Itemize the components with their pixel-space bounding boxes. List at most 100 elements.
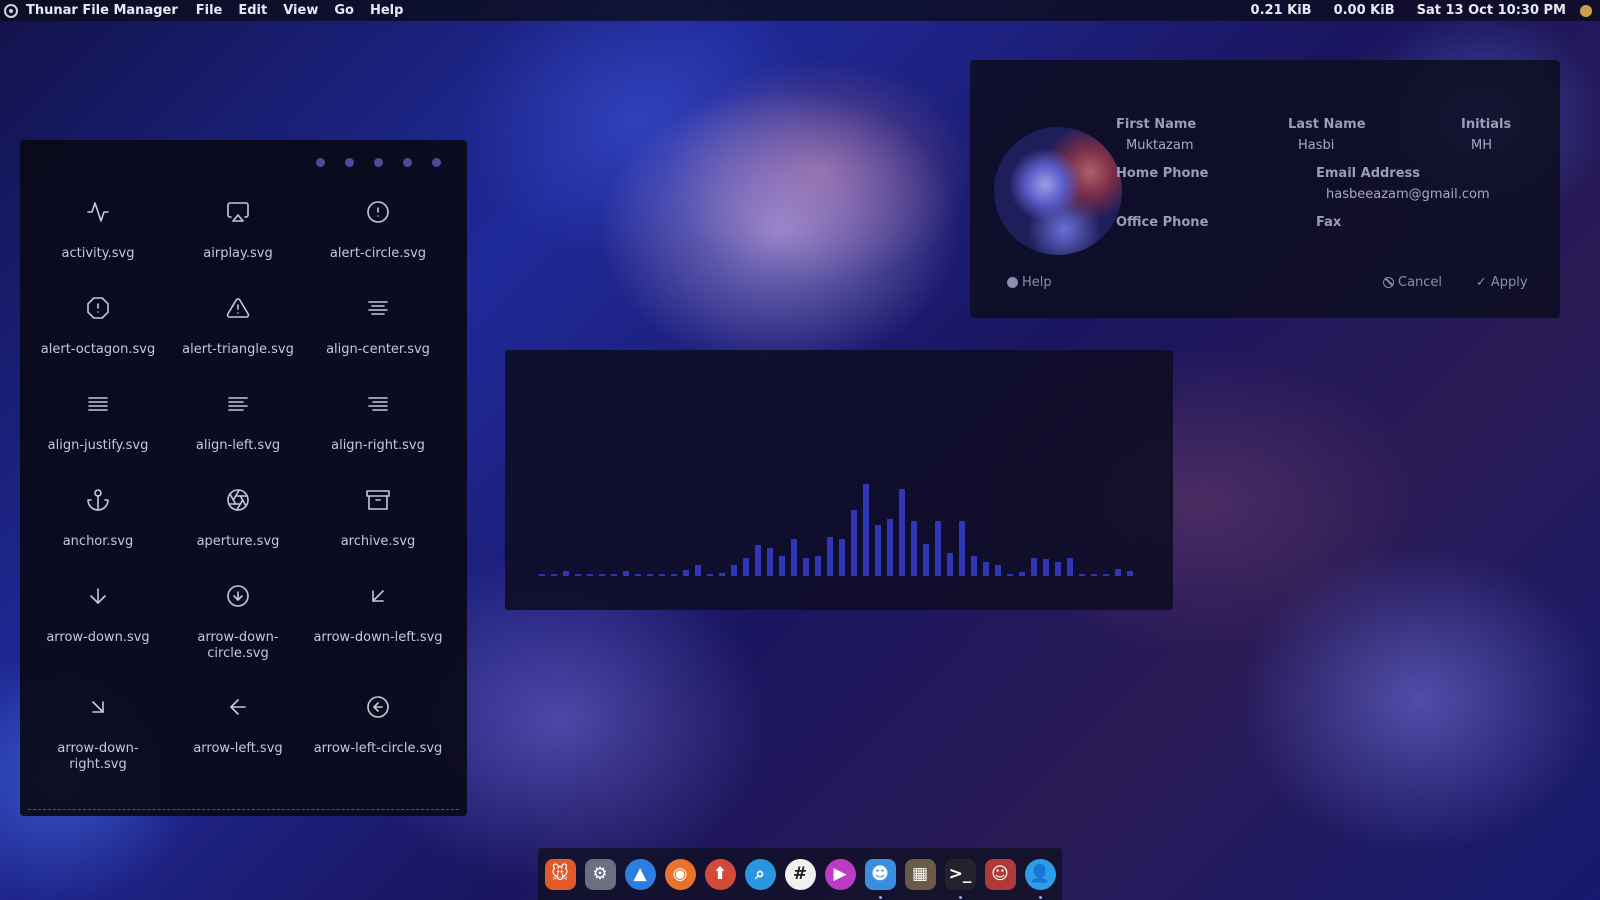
alert-circle-icon <box>366 200 390 228</box>
icon-item-aperture[interactable]: aperture.svg <box>168 488 308 584</box>
alert-triangle-icon <box>226 296 250 324</box>
email-field[interactable]: hasbeeazam@gmail.com <box>1326 187 1490 202</box>
initials-field[interactable]: MH <box>1471 138 1492 153</box>
help-button[interactable]: Help <box>1007 275 1052 290</box>
media-player-app-icon[interactable]: ▶ <box>824 858 856 890</box>
icon-item-arrow-down-right[interactable]: arrow-down-right.svg <box>28 695 168 791</box>
icon-label: arrow-down-right.svg <box>57 741 139 772</box>
menu-go[interactable]: Go <box>334 3 354 18</box>
menu-edit[interactable]: Edit <box>238 3 267 18</box>
menu-help[interactable]: Help <box>370 3 403 18</box>
align-justify-icon <box>86 392 110 420</box>
icon-item-arrow-left[interactable]: arrow-left.svg <box>168 695 308 791</box>
visualizer-bar <box>695 565 701 576</box>
visualizer-bar <box>1091 574 1097 576</box>
page-dot[interactable] <box>374 158 383 167</box>
icon-label: airplay.svg <box>203 246 273 261</box>
upload-app-icon[interactable]: ⬆ <box>704 858 736 890</box>
apply-button[interactable]: ✓ Apply <box>1476 275 1528 290</box>
icon-label: arrow-left-circle.svg <box>313 741 443 756</box>
icon-item-align-justify[interactable]: align-justify.svg <box>28 392 168 488</box>
icon-item-anchor[interactable]: anchor.svg <box>28 488 168 584</box>
arrow-down-right-icon <box>86 695 110 723</box>
cancel-button[interactable]: Cancel <box>1383 275 1442 290</box>
icon-item-arrow-left-circle[interactable]: arrow-left-circle.svg <box>308 695 448 791</box>
office-phone-label: Office Phone <box>1116 215 1209 230</box>
file-manager-app-icon[interactable]: ☻ <box>864 858 896 899</box>
visualizer-bar <box>899 489 905 576</box>
icon-label: arrow-down.svg <box>46 630 150 645</box>
system-tray-icon[interactable] <box>1580 4 1592 17</box>
icon-item-alert-octagon[interactable]: alert-octagon.svg <box>28 296 168 392</box>
aperture-icon <box>226 488 250 516</box>
user-app-icon[interactable]: 👤 <box>1024 858 1056 899</box>
visualizer-bar <box>851 510 857 576</box>
first-name-field[interactable]: Muktazam <box>1126 138 1194 153</box>
email-label: Email Address <box>1316 166 1421 181</box>
running-indicator <box>878 895 882 899</box>
avatar-app-icon[interactable]: ☺ <box>984 858 1016 890</box>
icon-item-airplay[interactable]: airplay.svg <box>168 200 308 296</box>
running-indicator <box>1038 895 1042 899</box>
icon-label: align-right.svg <box>331 438 425 453</box>
status-area: 0.21 KiB 0.00 KiB Sat 13 Oct 10:30 PM <box>1251 3 1600 18</box>
icon-item-align-center[interactable]: align-center.svg <box>308 296 448 392</box>
page-dot[interactable] <box>432 158 441 167</box>
arrow-left-icon <box>226 695 250 723</box>
visualizer-bar <box>995 565 1001 576</box>
dock: 🐭 ⚙ ▲ ◉ ⬆ ⌕ # ▶ ☻ ▦ >_ ☺ 👤 <box>538 848 1062 900</box>
terminal-app-icon[interactable]: >_ <box>944 858 976 899</box>
icon-row: arrow-down-right.svg arrow-left.svg arrow-… <box>20 695 467 791</box>
page-dot[interactable] <box>316 158 325 167</box>
visualizer-bar <box>1067 558 1073 576</box>
firefox-app-icon[interactable]: ◉ <box>664 858 696 890</box>
visualizer-bar <box>839 539 845 576</box>
settings-app-icon[interactable]: ⚙ <box>584 858 616 890</box>
check-icon: ✓ <box>1476 275 1487 290</box>
icon-item-activity[interactable]: activity.svg <box>28 200 168 296</box>
menu-view[interactable]: View <box>283 3 318 18</box>
xfce-mouse-app-icon[interactable]: 🐭 <box>544 858 576 890</box>
icon-label: anchor.svg <box>62 534 134 549</box>
visualizer-bars <box>539 456 1133 576</box>
icon-item-archive[interactable]: archive.svg <box>308 488 448 584</box>
net-upload-speed: 0.00 KiB <box>1333 3 1395 18</box>
visualizer-bar <box>647 574 653 576</box>
icon-label: archive.svg <box>340 534 416 549</box>
clock[interactable]: Sat 13 Oct 10:30 PM <box>1417 3 1566 18</box>
arrow-down-icon <box>86 584 110 612</box>
page-dot[interactable] <box>345 158 354 167</box>
visualizer-bar <box>587 574 593 576</box>
search-app-icon[interactable]: ⌕ <box>744 858 776 890</box>
avatar[interactable] <box>994 127 1122 255</box>
visualizer-bar <box>1019 572 1025 576</box>
arrow-left-circle-icon <box>366 695 390 723</box>
icon-item-alert-circle[interactable]: alert-circle.svg <box>308 200 448 296</box>
page-dot[interactable] <box>403 158 412 167</box>
icon-item-arrow-down-circle[interactable]: arrow-down-circle.svg <box>168 584 308 695</box>
first-name-label: First Name <box>1116 117 1197 132</box>
icon-label: aperture.svg <box>196 534 280 549</box>
visualizer-bar <box>983 562 989 576</box>
icon-item-alert-triangle[interactable]: alert-triangle.svg <box>168 296 308 392</box>
initials-label: Initials <box>1461 117 1512 132</box>
menu-file[interactable]: File <box>196 3 223 18</box>
visualizer-bar <box>827 537 833 576</box>
visualizer-bar <box>1115 569 1121 576</box>
visualizer-bar <box>719 573 725 576</box>
icon-item-arrow-down[interactable]: arrow-down.svg <box>28 584 168 695</box>
last-name-field[interactable]: Hasbi <box>1298 138 1334 153</box>
visualizer-bar <box>1007 574 1013 576</box>
icon-item-align-left[interactable]: align-left.svg <box>168 392 308 488</box>
align-left-icon <box>226 392 250 420</box>
hashtag-app-icon[interactable]: # <box>784 858 816 890</box>
icon-item-align-right[interactable]: align-right.svg <box>308 392 448 488</box>
appcenter-app-icon[interactable]: ▲ <box>624 858 656 890</box>
active-app-name: Thunar File Manager <box>26 3 178 18</box>
visualizer-bar <box>635 574 641 576</box>
system-logo-icon[interactable] <box>4 3 18 18</box>
contact-info-dialog: First Name Muktazam Last Name Hasbi Init… <box>970 60 1560 318</box>
icon-label: align-center.svg <box>326 342 430 357</box>
icon-item-arrow-down-left[interactable]: arrow-down-left.svg <box>308 584 448 695</box>
archive-app-icon[interactable]: ▦ <box>904 858 936 890</box>
